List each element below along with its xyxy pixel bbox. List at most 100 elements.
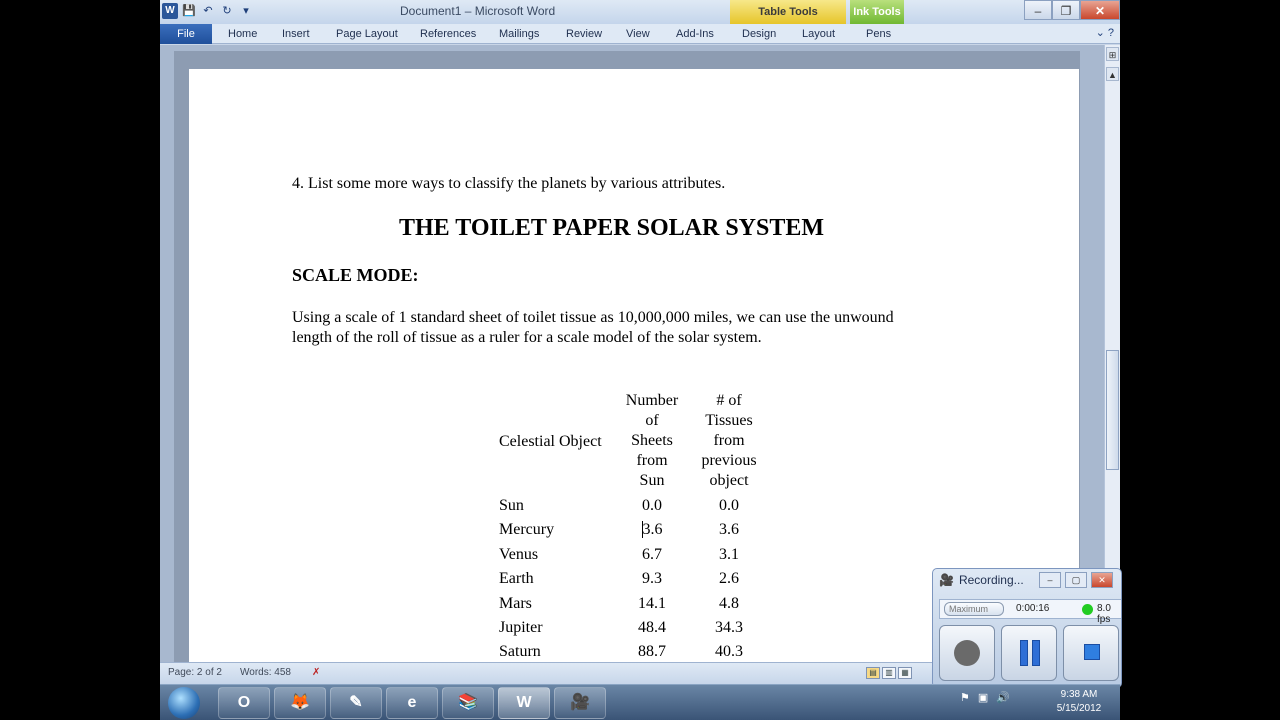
table-header-object: Celestial Object xyxy=(499,433,602,450)
rec-maximize-button[interactable]: ▢ xyxy=(1065,572,1087,588)
pause-icon xyxy=(1020,640,1040,666)
table-cell-object: Jupiter xyxy=(499,619,543,636)
clock-date: 5/15/2012 xyxy=(1056,703,1102,714)
pause-button[interactable] xyxy=(1001,625,1057,681)
ruler-toggle-icon[interactable]: ⊞ xyxy=(1106,47,1119,61)
tab-review[interactable]: Review xyxy=(566,24,602,44)
customize-qat-icon[interactable]: ▾ xyxy=(238,3,254,19)
table-cell-sheets: 3.6 xyxy=(641,521,663,538)
system-tray: ⚑ ▣ 🔊 xyxy=(960,691,1010,704)
recording-time: 0:00:16 xyxy=(1016,603,1050,614)
web-layout-icon[interactable]: ▦ xyxy=(898,667,912,679)
tab-mailings[interactable]: Mailings xyxy=(499,24,539,44)
word-count[interactable]: Words: 458 xyxy=(240,667,291,678)
internet-explorer-taskbar-icon[interactable]: e xyxy=(386,687,438,719)
table-cell-sheets: 0.0 xyxy=(642,497,662,514)
table-header-sheets: Number of Sheets from Sun xyxy=(625,392,679,489)
table-cell-tissues: 3.1 xyxy=(719,546,739,563)
editor-taskbar-icon[interactable]: ✎ xyxy=(330,687,382,719)
tab-add-ins[interactable]: Add-Ins xyxy=(676,24,714,44)
outlook-taskbar-icon[interactable]: O xyxy=(218,687,270,719)
page-count[interactable]: Page: 2 of 2 xyxy=(168,667,222,678)
table-cell-object: Sun xyxy=(499,497,524,514)
title-bar: W 💾 ↶ ↻ ▾ Document1 – Microsoft Word Tab… xyxy=(160,0,1120,24)
window-controls: – ❐ ✕ xyxy=(1024,0,1120,20)
rec-close-button[interactable]: ✕ xyxy=(1091,572,1113,588)
firefox-taskbar-icon[interactable]: 🦊 xyxy=(274,687,326,719)
paragraph-line-2: length of the roll of tissue as a ruler … xyxy=(292,329,762,346)
recording-status-icon xyxy=(1082,604,1093,615)
save-icon[interactable]: 💾 xyxy=(181,3,197,19)
recording-title: 🎥 Recording... xyxy=(939,573,1024,587)
recording-controls xyxy=(939,625,1119,681)
question-text: 4. List some more ways to classify the p… xyxy=(292,175,726,192)
recording-status-bar: Maximum 0:00:16 8.0 fps xyxy=(939,599,1121,625)
table-header-tissues: # of Tissues from previous object xyxy=(701,392,757,489)
tab-file[interactable]: File xyxy=(160,24,212,44)
scroll-up-icon[interactable]: ▲ xyxy=(1106,67,1119,81)
rec-minimize-button[interactable]: – xyxy=(1039,572,1061,588)
paragraph-line-1: Using a scale of 1 standard sheet of toi… xyxy=(292,309,894,326)
table-cell-tissues: 2.6 xyxy=(719,570,739,587)
table-cell-tissues: 4.8 xyxy=(719,595,739,612)
table-cell-sheets: 48.4 xyxy=(638,619,666,636)
taskbar: O 🦊 ✎ e 📚 W 🎥 ⚑ ▣ 🔊 9:38 AM 5/15/2012 xyxy=(160,684,1120,720)
table-cell-object: Venus xyxy=(499,546,539,563)
scrollbar-thumb[interactable] xyxy=(1106,350,1119,470)
tab-design[interactable]: Design xyxy=(742,24,776,44)
full-screen-reading-icon[interactable]: ▥ xyxy=(882,667,896,679)
minimize-button[interactable]: – xyxy=(1024,0,1052,20)
tab-layout[interactable]: Layout xyxy=(802,24,835,44)
quality-select[interactable]: Maximum xyxy=(944,602,1004,616)
network-icon[interactable]: ▣ xyxy=(978,691,988,704)
ribbon-expand-icon[interactable]: ⌄ ? xyxy=(1096,26,1114,39)
window-title: Document1 – Microsoft Word xyxy=(400,4,556,18)
table-cell-object: Mars xyxy=(499,595,532,612)
table-tools-context: Table Tools xyxy=(730,0,846,24)
stop-button[interactable] xyxy=(1063,625,1119,681)
table-cell-tissues: 3.6 xyxy=(719,521,739,538)
right-letterbox xyxy=(1120,0,1280,720)
table-cell-object: Earth xyxy=(499,570,534,587)
section-heading: SCALE MODE: xyxy=(292,265,419,285)
word-app-icon[interactable]: W xyxy=(162,3,178,19)
table-cell-sheets: 14.1 xyxy=(638,595,666,612)
document-title: THE TOILET PAPER SOLAR SYSTEM xyxy=(399,215,825,241)
recording-widget: 🎥 Recording... – ▢ ✕ Maximum 0:00:16 8.0… xyxy=(932,568,1122,688)
tab-home[interactable]: Home xyxy=(228,24,257,44)
ribbon-tab-bar: File Home Insert Page Layout References … xyxy=(160,24,1120,44)
flag-icon[interactable]: ⚑ xyxy=(960,691,970,704)
tab-pens[interactable]: Pens xyxy=(866,24,891,44)
clock[interactable]: 9:38 AM 5/15/2012 xyxy=(1044,688,1114,716)
restore-button[interactable]: ❐ xyxy=(1052,0,1080,20)
frame-rate: 8.0 fps xyxy=(1097,603,1111,625)
clock-time: 9:38 AM xyxy=(1060,689,1098,700)
table-cell-object: Saturn xyxy=(499,643,541,660)
view-buttons: ▤ ▥ ▦ xyxy=(866,667,912,679)
tab-insert[interactable]: Insert xyxy=(282,24,310,44)
undo-icon[interactable]: ↶ xyxy=(200,3,216,19)
table-cell-object: Mercury xyxy=(499,521,555,538)
stop-icon xyxy=(1084,644,1100,660)
close-button[interactable]: ✕ xyxy=(1080,0,1120,20)
tab-page-layout[interactable]: Page Layout xyxy=(336,24,398,44)
camera-icon: 🎥 xyxy=(939,573,954,587)
tab-references[interactable]: References xyxy=(420,24,476,44)
word-taskbar-icon[interactable]: W xyxy=(498,687,550,719)
winrar-taskbar-icon[interactable]: 📚 xyxy=(442,687,494,719)
table-cell-tissues: 0.0 xyxy=(719,497,739,514)
table-cell-sheets: 6.7 xyxy=(642,546,662,563)
record-button[interactable] xyxy=(939,625,995,681)
tab-view[interactable]: View xyxy=(626,24,650,44)
start-button[interactable] xyxy=(168,687,200,719)
ink-tools-context: Ink Tools xyxy=(850,0,904,24)
table-cell-tissues: 34.3 xyxy=(715,619,743,636)
quick-access-toolbar: W 💾 ↶ ↻ ▾ xyxy=(162,3,254,19)
redo-icon[interactable]: ↻ xyxy=(219,3,235,19)
volume-icon[interactable]: 🔊 xyxy=(996,691,1010,704)
proofing-icon[interactable]: ✗ xyxy=(312,667,320,678)
table-cell-sheets: 88.7 xyxy=(638,643,666,660)
recorder-taskbar-icon[interactable]: 🎥 xyxy=(554,687,606,719)
print-layout-icon[interactable]: ▤ xyxy=(866,667,880,679)
record-icon xyxy=(954,640,980,666)
